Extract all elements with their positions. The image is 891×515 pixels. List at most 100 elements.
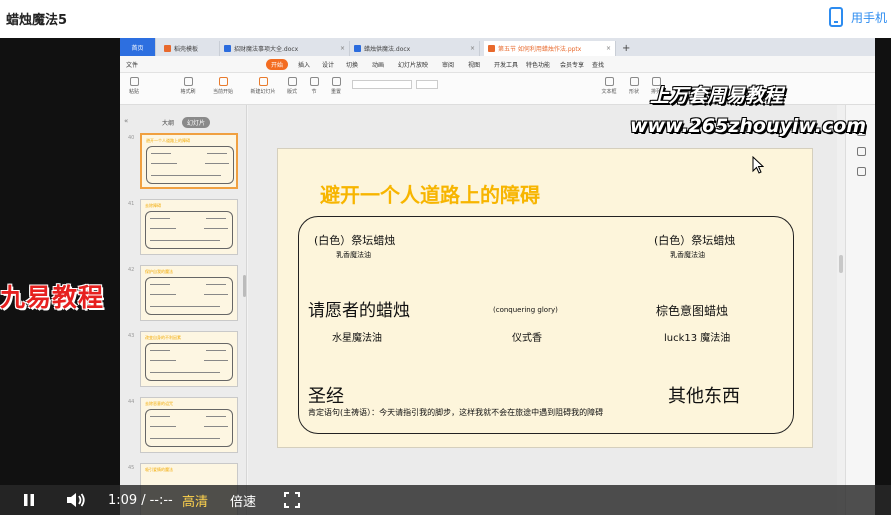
- paste-button[interactable]: 粘贴: [124, 77, 144, 101]
- close-icon[interactable]: ×: [470, 45, 475, 52]
- textbox-button[interactable]: 文本框: [596, 77, 622, 101]
- format-painter-button[interactable]: 格式刷: [178, 77, 198, 101]
- fullscreen-button[interactable]: [284, 485, 300, 515]
- pause-button[interactable]: [22, 485, 36, 515]
- menu-view[interactable]: 视图: [468, 60, 480, 69]
- menu-insert[interactable]: 插入: [298, 60, 310, 69]
- slide-number: 44: [128, 399, 135, 405]
- brush-icon: [183, 77, 193, 86]
- watermark-url: www.265zhouyiw.com: [630, 115, 867, 137]
- tab-label: 蜡烛供魔法.docx: [364, 46, 411, 53]
- left-altar-candle: (白色）祭坛蜡烛: [314, 234, 396, 247]
- phone-icon: [828, 7, 843, 27]
- font-name-field[interactable]: [352, 80, 412, 89]
- thumbnail-box: [145, 277, 233, 315]
- tab-label: 稻壳模板: [174, 46, 199, 53]
- canvas-scrollbar[interactable]: [837, 105, 845, 515]
- menu-developer[interactable]: 开发工具: [494, 60, 518, 69]
- mercury-oil: 水星魔法油: [332, 333, 382, 344]
- slide-number: 40: [128, 135, 135, 141]
- new-tab-button[interactable]: +: [618, 41, 632, 56]
- menu-home[interactable]: 开始: [266, 59, 289, 70]
- mobile-view-label: 用手机: [850, 10, 887, 25]
- volume-button[interactable]: [66, 485, 86, 515]
- reset-label: 重置: [330, 89, 341, 95]
- menu-file[interactable]: 文件: [126, 60, 138, 69]
- shape-icon: [629, 77, 639, 86]
- close-icon[interactable]: ×: [606, 45, 611, 52]
- paste-label: 粘贴: [128, 89, 139, 95]
- close-icon[interactable]: ×: [340, 45, 345, 52]
- animation-icon[interactable]: [857, 147, 866, 156]
- time-display: 1:09 / --:--: [108, 485, 173, 515]
- shape-button[interactable]: 形状: [624, 77, 644, 101]
- brown-intent-candle: 棕色意图蜡烛: [656, 304, 729, 318]
- menu-transition[interactable]: 切换: [346, 60, 358, 69]
- reset-button[interactable]: 重置: [326, 77, 346, 101]
- speed-button[interactable]: 倍速: [230, 485, 256, 515]
- thumbnail-box: [145, 409, 233, 447]
- wps-titlebar: 首页 稻壳模板 招财魔法事项大全.docx × 蜡烛供魔法.docx × 第五节…: [120, 38, 875, 56]
- menu-features[interactable]: 特色功能: [526, 60, 550, 69]
- tab-home[interactable]: 首页: [120, 38, 156, 56]
- mobile-view-button[interactable]: 用手机: [828, 6, 887, 28]
- slide-thumbnail[interactable]: 避开一个人道路上的障碍: [140, 133, 238, 189]
- layout-icon: [287, 77, 297, 86]
- fullscreen-icon: [284, 492, 300, 508]
- panel-tabs: 大纲 幻灯片: [162, 117, 211, 128]
- thumbnail-box: [145, 211, 233, 249]
- menu-search[interactable]: 查找: [592, 60, 604, 69]
- menu-design[interactable]: 设计: [322, 60, 334, 69]
- slide-thumbnail[interactable]: 去除恶意的诅咒: [140, 397, 238, 453]
- tab-outline[interactable]: 大纲: [162, 118, 174, 127]
- transition-icon[interactable]: [857, 167, 866, 176]
- layout-button[interactable]: 版式: [282, 77, 302, 101]
- video-player[interactable]: 首页 稻壳模板 招财魔法事项大全.docx × 蜡烛供魔法.docx × 第五节…: [0, 38, 891, 515]
- current-slide[interactable]: 避开一个人道路上的障碍 (白色）祭坛蜡烛 乳香魔法油 (白色）祭坛蜡烛 乳香魔法…: [277, 148, 813, 448]
- menu-review[interactable]: 审阅: [442, 60, 454, 69]
- tab-label: 第五节 如何利用蜡烛作法.pptx: [498, 46, 582, 53]
- textbox-label: 文本框: [601, 89, 617, 95]
- tab-doc-1[interactable]: 招财魔法事项大全.docx ×: [220, 41, 350, 56]
- left-frankincense-oil: 乳香魔法油: [336, 251, 371, 259]
- slide-number: 42: [128, 267, 135, 273]
- petitioner-candle: 请愿者的蜡烛: [308, 301, 410, 321]
- tab-pptx[interactable]: 第五节 如何利用蜡烛作法.pptx ×: [484, 41, 616, 56]
- font-size-field[interactable]: [416, 80, 438, 89]
- tab-docer[interactable]: 稻壳模板: [160, 41, 220, 56]
- section-button[interactable]: 节: [304, 77, 324, 101]
- mouse-cursor-icon: [752, 155, 765, 178]
- play-from-current-button[interactable]: 当前开始: [208, 77, 238, 101]
- slide-number: 41: [128, 201, 135, 207]
- slide-thumbnail[interactable]: 改变自身的不利因素: [140, 331, 238, 387]
- slide-thumbnail[interactable]: 去除障碍: [140, 199, 238, 255]
- doc-icon: [224, 45, 231, 52]
- new-slide-button[interactable]: 新建幻灯片: [248, 77, 278, 101]
- menu-member[interactable]: 会员专享: [560, 60, 584, 69]
- collapse-panel-icon[interactable]: «: [124, 117, 128, 125]
- conquering-glory: (conquering glory): [493, 306, 558, 314]
- thumbnail-title: 避开一个人道路上的障碍: [146, 138, 190, 143]
- thumbnail-title: 去除障碍: [145, 203, 161, 208]
- new-slide-label: 新建幻灯片: [250, 89, 276, 95]
- tab-label: 招财魔法事项大全.docx: [234, 46, 299, 53]
- thumbnail-box: [145, 343, 233, 381]
- quality-button[interactable]: 高清: [182, 485, 208, 515]
- slide-thumbnail[interactable]: 保护自我的魔法: [140, 265, 238, 321]
- slide-panel: « 大纲 幻灯片 40 避开一个人道路上的障碍 41 去除障碍 42 保护自我的…: [120, 105, 247, 515]
- wps-menubar: 文件 开始 插入 设计 切换 动画 幻灯片放映 审阅 视图 开发工具 特色功能 …: [120, 56, 875, 73]
- docer-icon: [164, 45, 171, 52]
- ritual-incense: 仪式香: [512, 333, 542, 344]
- menu-slideshow[interactable]: 幻灯片放映: [398, 60, 428, 69]
- menu-animation[interactable]: 动画: [372, 60, 384, 69]
- scrollbar-thumb[interactable]: [839, 255, 843, 273]
- panel-scrollbar[interactable]: [243, 275, 246, 297]
- thumbnail-box: [146, 146, 234, 184]
- paste-icon: [129, 77, 139, 86]
- new-slide-icon: [258, 77, 268, 86]
- affirmation: 肯定语句(主祷语）：今天请指引我的脚步，这样我就不会在旅途中遇到阻碍我的障碍: [308, 408, 604, 417]
- doc-icon: [354, 45, 361, 52]
- tab-doc-2[interactable]: 蜡烛供魔法.docx ×: [350, 41, 480, 56]
- tab-slides[interactable]: 幻灯片: [182, 117, 211, 128]
- thumbnail-title: 吸引爱情的魔法: [145, 467, 173, 472]
